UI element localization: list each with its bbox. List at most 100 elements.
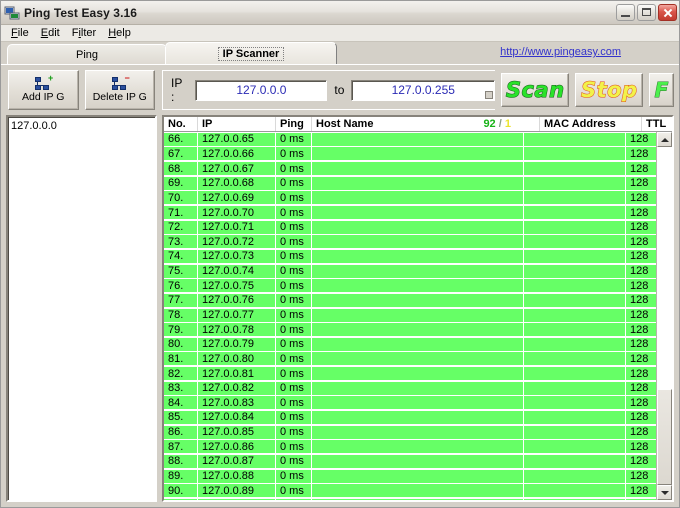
cell-no: 79. (164, 323, 197, 337)
cell-host-name (312, 440, 523, 454)
table-row[interactable]: 71. 127.0.0.70 0 ms 128 (164, 205, 656, 220)
close-button[interactable] (658, 4, 677, 21)
table-row[interactable]: 81. 127.0.0.80 0 ms 128 (164, 352, 656, 367)
cell-ping: 0 ms (276, 264, 311, 278)
cell-no: 75. (164, 264, 197, 278)
cell-ttl: 128 (626, 249, 656, 263)
table-row[interactable]: 66. 127.0.0.65 0 ms 128 (164, 132, 656, 147)
cell-host-name (312, 293, 523, 307)
website-link[interactable]: http://www.pingeasy.com (500, 46, 621, 58)
cell-host-name (312, 425, 523, 439)
column-header-ping[interactable]: Ping (276, 117, 312, 131)
cell-host-name (312, 206, 523, 220)
tab-ip-scanner[interactable]: IP Scanner (165, 42, 337, 64)
column-header-host-name[interactable]: Host Name 92 / 1 (312, 117, 540, 131)
grid-body: 66. 127.0.0.65 0 ms 128 67. 127.0.0.66 0 ms 128… (164, 132, 656, 500)
table-row[interactable]: 69. 127.0.0.68 0 ms 128 (164, 176, 656, 191)
cell-ip: 127.0.0.67 (198, 162, 275, 176)
cell-ping: 0 ms (276, 235, 311, 249)
cell-mac-address (524, 337, 625, 351)
table-row[interactable]: 70. 127.0.0.69 0 ms 128 (164, 191, 656, 206)
cell-mac-address (524, 396, 625, 410)
stop-button[interactable]: Stop (575, 73, 644, 107)
f-button-label: F (654, 78, 669, 102)
column-header-ip[interactable]: IP (198, 117, 276, 131)
table-row[interactable]: 77. 127.0.0.76 0 ms 128 (164, 293, 656, 308)
cell-host-name (312, 484, 523, 498)
cell-host-name (312, 162, 523, 176)
cell-mac-address (524, 425, 625, 439)
maximize-button[interactable] (637, 4, 656, 21)
vertical-scrollbar[interactable] (656, 132, 672, 500)
table-row[interactable]: 87. 127.0.0.86 0 ms 128 (164, 439, 656, 454)
table-row[interactable]: 68. 127.0.0.67 0 ms 128 (164, 161, 656, 176)
cell-mac-address (524, 249, 625, 263)
tab-strip: Ping IP Scanner http://www.pingeasy.com (1, 42, 679, 64)
cell-ttl: 128 (626, 367, 656, 381)
delete-ip-group-button[interactable]: − Delete IP G (84, 70, 155, 110)
ip-range-to-label: to (334, 83, 345, 97)
cell-mac-address (524, 367, 625, 381)
delete-network-icon: − (111, 74, 130, 90)
cell-ping: 0 ms (276, 191, 311, 205)
cell-host-name (312, 132, 523, 146)
tab-ping[interactable]: Ping (7, 44, 167, 64)
f-button[interactable]: F (649, 73, 674, 107)
table-row[interactable]: 75. 127.0.0.74 0 ms 128 (164, 264, 656, 279)
cell-ip: 127.0.0.85 (198, 425, 275, 439)
cell-ping: 0 ms (276, 293, 311, 307)
cell-ping: 0 ms (276, 337, 311, 351)
cell-ttl: 128 (626, 469, 656, 483)
cell-host-name (312, 220, 523, 234)
ip-from-input[interactable]: 127.0.0.0 (195, 79, 328, 101)
cell-mac-address (524, 235, 625, 249)
column-header-ttl[interactable]: TTL (642, 117, 672, 131)
table-row[interactable]: 90. 127.0.0.89 0 ms 128 (164, 483, 656, 498)
scrollbar-thumb[interactable] (657, 389, 672, 485)
ip-group-list[interactable]: 127.0.0.0 (6, 115, 157, 502)
column-header-no[interactable]: No. (164, 117, 198, 131)
menu-file[interactable]: File (5, 26, 35, 40)
table-row[interactable]: 89. 127.0.0.88 0 ms 128 (164, 469, 656, 484)
table-row[interactable]: 83. 127.0.0.82 0 ms 128 (164, 381, 656, 396)
table-row[interactable]: 82. 127.0.0.81 0 ms 128 (164, 366, 656, 381)
table-row[interactable]: 72. 127.0.0.71 0 ms 128 (164, 220, 656, 235)
list-item[interactable]: 127.0.0.0 (11, 119, 152, 133)
cell-host-name (312, 352, 523, 366)
table-row[interactable]: 79. 127.0.0.78 0 ms 128 (164, 322, 656, 337)
cell-ping: 0 ms (276, 484, 311, 498)
table-row[interactable]: 78. 127.0.0.77 0 ms 128 (164, 308, 656, 323)
app-icon (4, 5, 20, 21)
ip-to-input[interactable]: 127.0.0.255 (351, 79, 496, 101)
ip-to-spinner[interactable] (485, 90, 494, 99)
table-row[interactable]: 86. 127.0.0.85 0 ms 128 (164, 425, 656, 440)
add-ip-group-button[interactable]: + Add IP G (8, 70, 79, 110)
table-row[interactable]: 80. 127.0.0.79 0 ms 128 (164, 337, 656, 352)
cell-host-name (312, 176, 523, 190)
cell-ping: 0 ms (276, 176, 311, 190)
menu-edit[interactable]: Edit (35, 26, 66, 40)
cell-ttl: 128 (626, 132, 656, 146)
table-row[interactable]: 88. 127.0.0.87 0 ms 128 (164, 454, 656, 469)
menu-help[interactable]: Help (102, 26, 137, 40)
table-row[interactable]: 85. 127.0.0.84 0 ms 128 (164, 410, 656, 425)
scroll-up-button[interactable] (657, 132, 672, 147)
table-row[interactable]: 73. 127.0.0.72 0 ms 128 (164, 234, 656, 249)
table-row[interactable]: 74. 127.0.0.73 0 ms 128 (164, 249, 656, 264)
scroll-down-button[interactable] (657, 485, 672, 500)
scan-button[interactable]: Scan (501, 73, 570, 107)
cell-host-name (312, 337, 523, 351)
cell-host-name (312, 235, 523, 249)
scrollbar-track[interactable] (657, 147, 672, 485)
cell-ttl: 128 (626, 235, 656, 249)
table-row[interactable]: 76. 127.0.0.75 0 ms 128 (164, 278, 656, 293)
table-row[interactable]: 67. 127.0.0.66 0 ms 128 (164, 147, 656, 162)
ip-group-panel: + Add IP G − Delete IP G 127.0.0.0 (6, 69, 157, 502)
table-row[interactable]: 91.127.0.0.900 ms 128 (164, 498, 656, 500)
minimize-button[interactable] (616, 4, 635, 21)
cell-ip: 127.0.0.82 (198, 381, 275, 395)
menu-filter[interactable]: Filter (66, 26, 102, 40)
cell-ip: 127.0.0.75 (198, 279, 275, 293)
column-header-mac-address[interactable]: MAC Address (540, 117, 642, 131)
table-row[interactable]: 84. 127.0.0.83 0 ms 128 (164, 396, 656, 411)
